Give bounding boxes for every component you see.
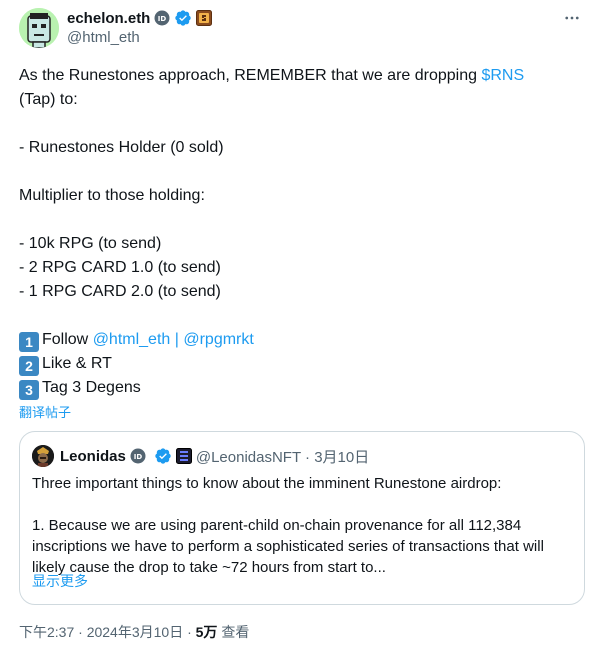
step-1-text: Follow <box>42 331 93 348</box>
quoted-id-badge-icon: ID <box>130 448 146 464</box>
quoted-post-text: Three important things to know about the… <box>32 473 577 578</box>
quoted-avatar-image <box>32 445 54 467</box>
post-meta: 下午2:37 · 2024年3月10日 · 5万 查看 <box>19 622 249 642</box>
post-line-6: - 2 RPG CARD 1.0 (to send) <box>19 259 221 276</box>
author-handle[interactable]: @html_eth <box>67 29 212 46</box>
tweet-header: echelon.eth ID @html_eth <box>19 8 584 48</box>
step-2: 2 Like & RT <box>19 352 579 376</box>
more-options-button[interactable] <box>560 8 584 28</box>
post-line-3: - Runestones Holder (0 sold) <box>19 139 224 156</box>
keycap-3-icon: 3 <box>19 380 39 400</box>
more-dots-icon <box>565 16 579 20</box>
step-3-text: Tag 3 Degens <box>42 379 141 396</box>
quoted-id-badge-text: ID <box>134 453 143 461</box>
quoted-line-4: likely cause the drop to take ~72 hours … <box>32 559 386 576</box>
quoted-line-1: Three important things to know about the… <box>32 475 502 492</box>
quoted-display-name: Leonidas <box>60 447 126 465</box>
mention-rpgmrkt-link[interactable]: @rpgmrkt <box>183 331 253 348</box>
display-name[interactable]: echelon.eth <box>67 10 150 27</box>
mention-separator: | <box>170 331 184 348</box>
post-line-1: As the Runestones approach, REMEMBER tha… <box>19 64 579 88</box>
verified-badge-icon <box>174 9 192 27</box>
view-count: 5万 <box>195 624 218 640</box>
view-label: 查看 <box>217 624 250 640</box>
quoted-verified-badge-icon <box>154 447 172 465</box>
avatar[interactable] <box>19 8 59 48</box>
post-line-7: - 1 RPG CARD 2.0 (to send) <box>19 283 221 300</box>
post-line-5: - 10k RPG (to send) <box>19 235 162 252</box>
step-3: 3 Tag 3 Degens <box>19 376 579 400</box>
mention-html-eth-link[interactable]: @html_eth <box>93 331 171 348</box>
author-names: echelon.eth ID @html_eth <box>67 8 213 46</box>
quoted-post[interactable]: Leonidas ID @LeonidasNFT · 3月10日 Three i… <box>19 431 585 605</box>
cashtag-link[interactable]: $RNS <box>481 67 524 84</box>
quoted-line-2: 1. Because we are using parent-child on-… <box>32 517 522 534</box>
translate-post-link[interactable]: 翻译帖子 <box>19 402 71 421</box>
post-line-4: Multiplier to those holding: <box>19 187 205 204</box>
affiliate-badge-icon[interactable] <box>196 10 213 26</box>
quoted-avatar[interactable] <box>32 445 54 467</box>
quoted-post-header: Leonidas ID @LeonidasNFT · 3月10日 <box>32 445 369 467</box>
keycap-1-icon: 1 <box>19 332 39 352</box>
quoted-line-3: inscriptions we have to perform a sophis… <box>32 538 544 555</box>
id-badge-icon: ID <box>154 10 170 26</box>
post-timestamp[interactable]: 下午2:37 · 2024年3月10日 · <box>19 624 196 640</box>
avatar-image <box>19 8 59 48</box>
quoted-affiliate-badge-icon <box>175 448 192 464</box>
post-line-2: (Tap) to: <box>19 91 78 108</box>
post-text: As the Runestones approach, REMEMBER tha… <box>19 64 579 400</box>
show-more-link[interactable]: 显示更多 <box>32 571 88 591</box>
step-1: 1 Follow @html_eth | @rpgmrkt <box>19 328 579 352</box>
step-2-text: Like & RT <box>42 355 112 372</box>
id-badge-text: ID <box>158 15 167 23</box>
quoted-handle-date: @LeonidasNFT · 3月10日 <box>195 448 370 466</box>
keycap-2-icon: 2 <box>19 356 39 376</box>
post-line-1-text: As the Runestones approach, REMEMBER tha… <box>19 67 482 84</box>
